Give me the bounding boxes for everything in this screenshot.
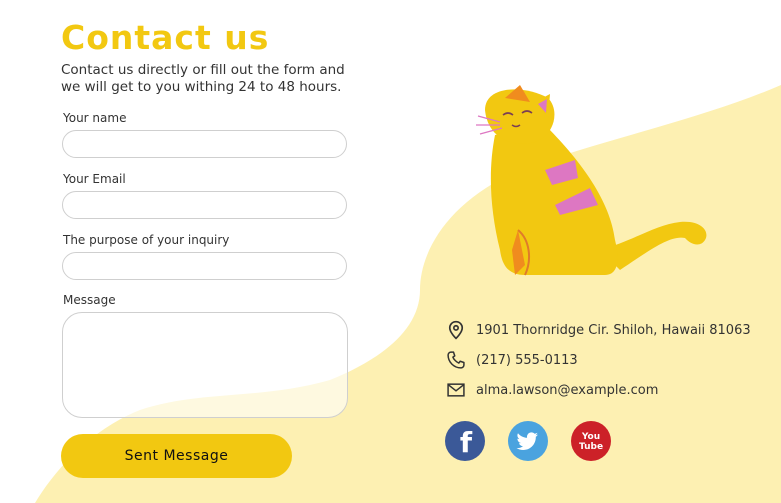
email-text[interactable]: alma.lawson@example.com [476,383,658,398]
youtube-text-bottom: Tube [579,442,603,452]
send-message-button[interactable]: Sent Message [61,434,292,478]
name-label: Your name [63,111,127,125]
email-field[interactable] [62,191,347,219]
name-field[interactable] [62,130,347,158]
youtube-icon[interactable]: You Tube [571,421,611,461]
message-field[interactable] [62,312,348,418]
page-subtitle: Contact us directly or fill out the form… [61,62,345,95]
purpose-label: The purpose of your inquiry [63,233,230,247]
youtube-text-top: You [581,432,600,442]
location-pin-icon [448,320,464,340]
page-title: Contact us [61,18,270,57]
phone-icon [447,351,465,369]
phone-row: (217) 555-0113 [446,350,578,370]
address-text: 1901 Thornridge Cir. Shiloh, Hawaii 8106… [476,322,751,338]
email-label: Your Email [63,172,126,186]
envelope-icon [447,383,465,397]
facebook-letter: f [460,426,473,459]
message-label: Message [63,293,116,307]
twitter-icon[interactable] [508,421,548,461]
purpose-field[interactable] [62,252,347,280]
email-row: alma.lawson@example.com [446,380,658,400]
cat-illustration [476,85,707,276]
phone-text: (217) 555-0113 [476,352,578,368]
facebook-icon[interactable]: f [445,421,485,461]
address-row: 1901 Thornridge Cir. Shiloh, Hawaii 8106… [446,320,751,340]
